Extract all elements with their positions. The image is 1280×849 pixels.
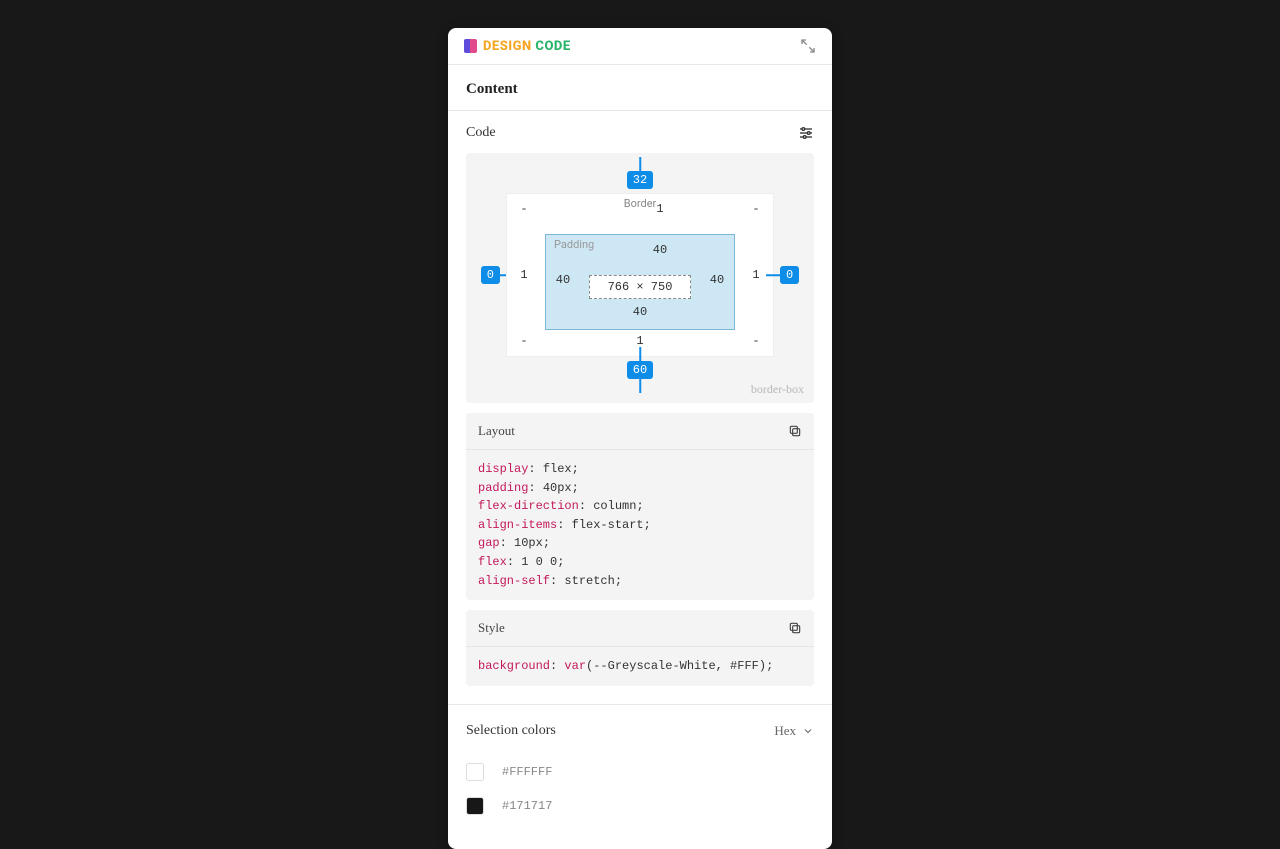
logo-mark-icon xyxy=(464,39,477,53)
padding-left: 40 xyxy=(554,273,572,287)
box-sizing-label: border-box xyxy=(751,382,804,397)
layout-code-block: Layout display: flex;padding: 40px;flex-… xyxy=(466,413,814,600)
margin-bottom: 60 xyxy=(474,361,806,379)
logo-text: DESIGN CODE xyxy=(483,39,571,54)
color-swatch xyxy=(466,763,484,781)
css-line: flex-direction: column; xyxy=(478,497,802,516)
border-box: Border - 1 - 1 Padding 40 40 7 xyxy=(506,193,774,357)
padding-box: Padding 40 40 766 × 750 40 40 xyxy=(545,234,735,330)
margin-bottom-value: 60 xyxy=(627,361,653,379)
layout-block-title: Layout xyxy=(478,423,515,439)
padding-right: 40 xyxy=(708,273,726,287)
margin-left-value: 0 xyxy=(481,266,500,284)
section-title: Content xyxy=(448,65,832,111)
css-line: align-self: stretch; xyxy=(478,572,802,591)
code-section: Code 32 0 Border - 1 xyxy=(448,111,832,705)
panel-header: DESIGN CODE xyxy=(448,28,832,65)
border-left: 1 xyxy=(515,268,533,282)
content-dimensions: 766 × 750 xyxy=(589,275,692,299)
css-line: flex: 1 0 0; xyxy=(478,553,802,572)
margin-right-value: 0 xyxy=(780,266,799,284)
color-hex: #171717 xyxy=(502,799,552,813)
copy-icon[interactable] xyxy=(788,424,802,438)
style-code-body[interactable]: background: var(--Greyscale-White, #FFF)… xyxy=(466,647,814,686)
style-code-block: Style background: var(--Greyscale-White,… xyxy=(466,610,814,686)
border-bottom: 1 xyxy=(631,334,649,348)
css-line: gap: 10px; xyxy=(478,534,802,553)
border-radius-tr: - xyxy=(747,202,765,216)
code-header: Code xyxy=(466,125,814,141)
border-radius-bl: - xyxy=(515,334,533,348)
box-model-diagram: 32 0 Border - 1 - 1 xyxy=(466,153,814,403)
content-heading: Content xyxy=(466,81,814,98)
margin-right: 0 xyxy=(780,266,799,284)
style-block-title: Style xyxy=(478,620,505,636)
css-line: padding: 40px; xyxy=(478,479,802,498)
padding-label: Padding xyxy=(554,238,594,251)
border-label: Border xyxy=(624,197,657,210)
color-format-value: Hex xyxy=(774,723,796,739)
color-hex: #FFFFFF xyxy=(502,765,552,779)
selection-colors-section: Selection colors Hex #FFFFFF #171717 xyxy=(448,705,832,849)
settings-icon[interactable] xyxy=(798,125,814,141)
inspect-panel: DESIGN CODE Content Code 32 0 xyxy=(448,28,832,849)
color-row[interactable]: #FFFFFF xyxy=(466,763,814,781)
color-format-select[interactable]: Hex xyxy=(774,723,814,739)
margin-top: 32 xyxy=(474,171,806,189)
margin-top-value: 32 xyxy=(627,171,653,189)
padding-bottom: 40 xyxy=(554,305,726,319)
color-row[interactable]: #171717 xyxy=(466,797,814,815)
code-label: Code xyxy=(466,125,496,141)
logo: DESIGN CODE xyxy=(464,39,571,54)
expand-icon[interactable] xyxy=(800,38,816,54)
border-right: 1 xyxy=(747,268,765,282)
margin-left: 0 xyxy=(481,266,500,284)
css-line: align-items: flex-start; xyxy=(478,516,802,535)
border-radius-tl: - xyxy=(515,202,533,216)
color-swatch xyxy=(466,797,484,815)
css-line: display: flex; xyxy=(478,460,802,479)
chevron-down-icon xyxy=(802,725,814,737)
selection-colors-title: Selection colors xyxy=(466,723,556,739)
border-radius-br: - xyxy=(747,334,765,348)
layout-code-body[interactable]: display: flex;padding: 40px;flex-directi… xyxy=(466,450,814,600)
padding-top: 40 xyxy=(594,243,726,257)
copy-icon[interactable] xyxy=(788,621,802,635)
